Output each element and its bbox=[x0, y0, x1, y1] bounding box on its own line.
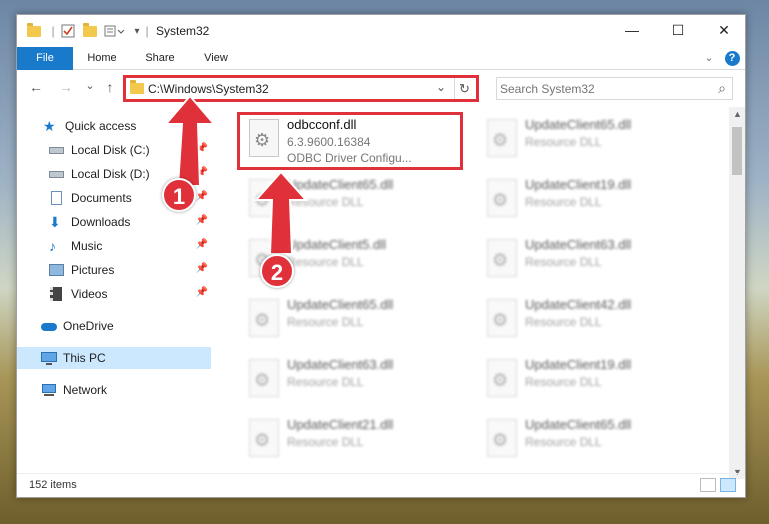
arrow-1 bbox=[163, 94, 217, 187]
callout-arrows bbox=[163, 94, 309, 255]
step-2-badge: 2 bbox=[260, 254, 294, 288]
arrow-2 bbox=[253, 170, 309, 255]
step-1-badge: 1 bbox=[162, 178, 196, 212]
